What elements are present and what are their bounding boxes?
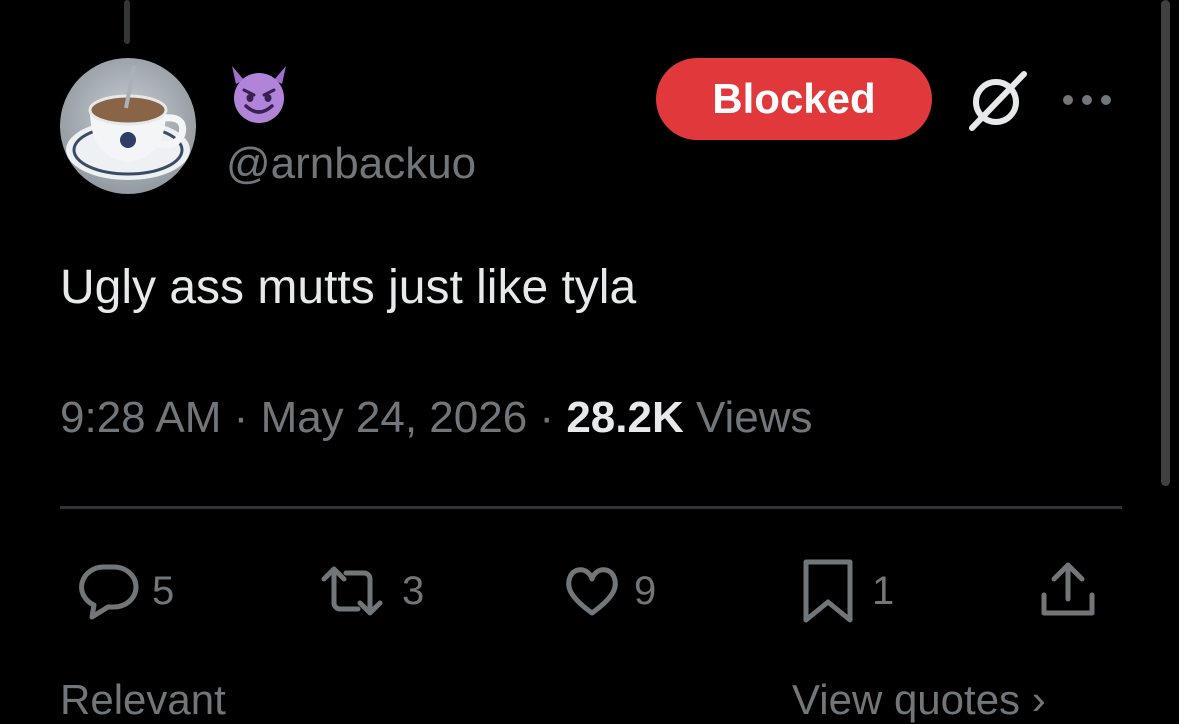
- views-label: Views: [695, 393, 813, 442]
- grok-slash-icon[interactable]: [962, 68, 1028, 134]
- tweet-text: Ugly ass mutts just like tyla: [60, 261, 637, 314]
- smiling-devil-emoji-icon: [226, 60, 292, 126]
- tweet-date[interactable]: May 24, 2026: [261, 393, 528, 442]
- view-quotes-link[interactable]: View quotes ›: [792, 676, 1046, 724]
- share-upload-icon: [1041, 562, 1095, 616]
- more-dots-icon[interactable]: [1058, 86, 1116, 114]
- divider: [60, 506, 1122, 509]
- like-count: 9: [634, 568, 657, 613]
- bookmark-button[interactable]: 1: [798, 556, 894, 626]
- relevant-sort-tab[interactable]: Relevant: [60, 676, 226, 724]
- scrollbar[interactable]: [1161, 0, 1170, 486]
- reply-count: 5: [152, 568, 175, 613]
- tweet-meta: 9:28 AM · May 24, 2026 · 28.2K Views: [60, 390, 813, 446]
- bookmark-count: 1: [872, 568, 895, 613]
- reply-bubble-icon: [79, 564, 139, 620]
- like-button[interactable]: 9: [560, 556, 656, 626]
- repost-count: 3: [402, 568, 425, 613]
- bookmark-icon: [803, 559, 853, 623]
- tweet-time[interactable]: 9:28 AM: [60, 393, 221, 442]
- user-handle[interactable]: @arnbackuo: [226, 138, 476, 190]
- share-button[interactable]: [1036, 556, 1100, 626]
- meta-separator: ·: [539, 393, 555, 442]
- meta-separator: ·: [233, 393, 249, 442]
- blocked-button[interactable]: Blocked: [656, 58, 932, 140]
- thread-connector-line: [124, 0, 130, 44]
- repost-button[interactable]: 3: [312, 556, 424, 626]
- heart-icon: [566, 567, 618, 616]
- views-count[interactable]: 28.2K: [566, 393, 683, 442]
- avatar[interactable]: [60, 58, 196, 194]
- reply-button[interactable]: 5: [78, 556, 174, 626]
- coffee-cup-avatar-icon: [60, 58, 196, 194]
- repost-arrows-icon: [321, 566, 383, 616]
